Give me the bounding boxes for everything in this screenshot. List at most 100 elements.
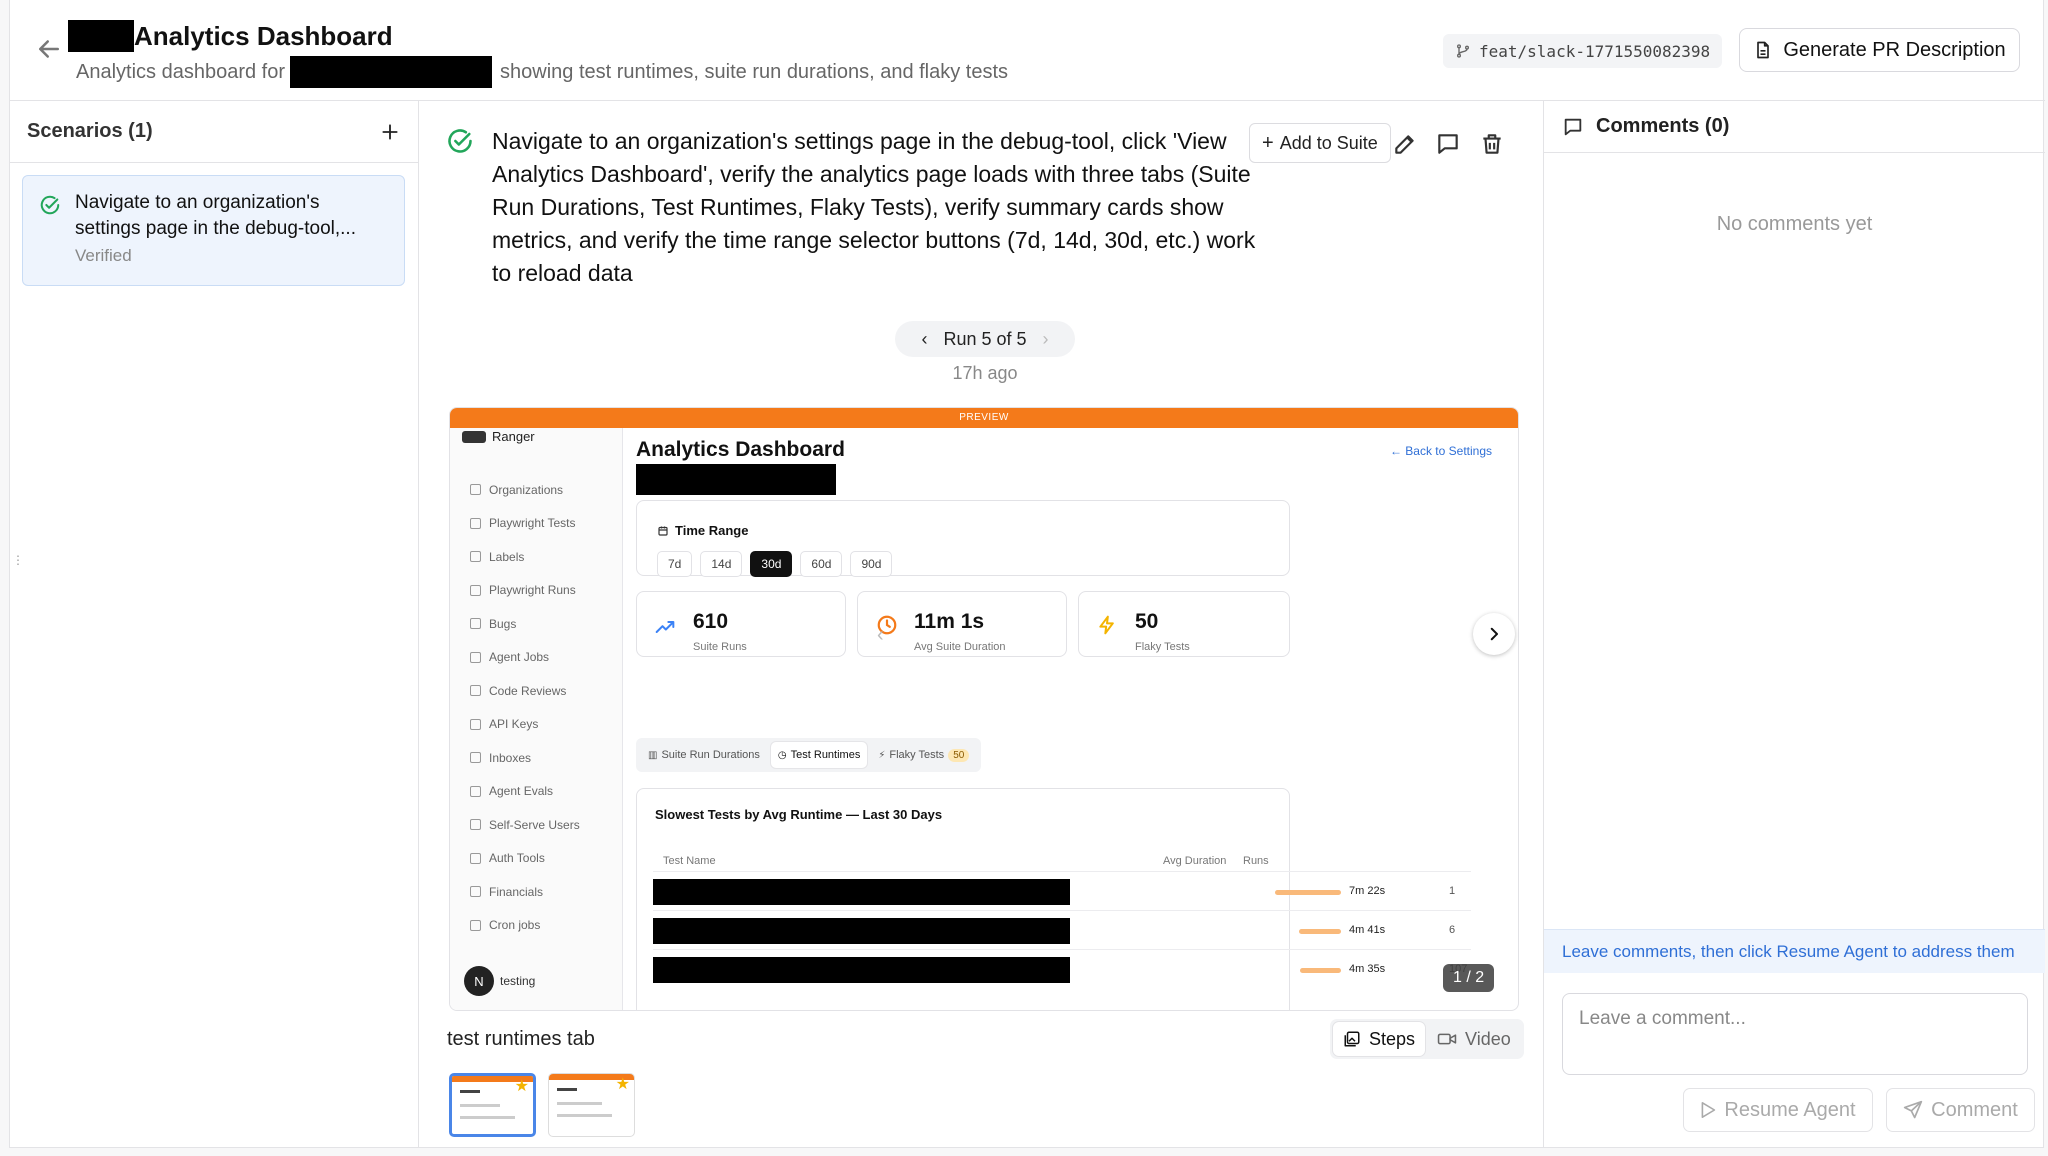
nav-item-icon bbox=[470, 919, 481, 931]
nav-item-icon bbox=[470, 752, 481, 764]
preview-nav-item[interactable]: Organizations bbox=[470, 473, 580, 507]
video-camera-icon bbox=[1437, 1033, 1457, 1045]
duration-bar bbox=[1299, 929, 1341, 934]
metric-card-suite-runs: 610 Suite Runs bbox=[636, 591, 846, 657]
preview-nav-item[interactable]: API Keys bbox=[470, 708, 580, 742]
preview-sidebar: Ranger Organizations Playwright Tests Labe… bbox=[450, 428, 623, 1010]
add-scenario-icon[interactable] bbox=[380, 122, 400, 142]
trash-icon[interactable] bbox=[1479, 131, 1505, 157]
scenario-detail: Navigate to an organization's settings p… bbox=[419, 101, 1543, 1148]
metric-card-flaky-tests: 50 Flaky Tests bbox=[1078, 591, 1290, 657]
resize-handle[interactable]: ⋮ bbox=[12, 553, 24, 573]
comment-icon[interactable] bbox=[1435, 131, 1461, 157]
trend-up-icon bbox=[655, 621, 675, 633]
runs-value: 1 bbox=[1449, 885, 1456, 897]
document-icon bbox=[1757, 41, 1770, 59]
preview-nav-item[interactable]: Agent Jobs bbox=[470, 641, 580, 675]
preview-tab[interactable]: ⚡ Flaky Tests 50 bbox=[871, 742, 976, 768]
chevron-right-icon bbox=[1490, 627, 1498, 641]
next-screenshot-button[interactable] bbox=[1473, 613, 1515, 655]
nav-item-icon bbox=[470, 785, 481, 797]
preview-nav-item[interactable]: Agent Evals bbox=[470, 775, 580, 809]
plus-icon: + bbox=[1262, 131, 1274, 154]
preview-nav-item[interactable]: Auth Tools bbox=[470, 842, 580, 876]
add-to-suite-button[interactable]: + Add to Suite bbox=[1249, 123, 1391, 163]
duration-value: 7m 22s bbox=[1349, 885, 1386, 897]
nav-item-icon bbox=[470, 819, 481, 831]
resume-agent-button[interactable]: Resume Agent bbox=[1683, 1088, 1873, 1132]
table-row: 4m 41s 6 bbox=[653, 910, 1471, 949]
duration-value: 4m 41s bbox=[1349, 924, 1386, 936]
bar-chart-icon: ▥ bbox=[648, 749, 658, 761]
branch-badge: feat/slack-1771550082398 bbox=[1443, 34, 1723, 68]
generate-pr-description-button[interactable]: Generate PR Description bbox=[1739, 28, 2020, 72]
scenarios-heading: Scenarios (1) bbox=[27, 120, 153, 142]
time-range-button[interactable]: 90d bbox=[850, 551, 893, 577]
chevron-left-icon[interactable]: ‹ bbox=[921, 329, 927, 350]
steps-toggle-button[interactable]: Steps bbox=[1333, 1022, 1426, 1056]
metric-value: 50 bbox=[1135, 610, 1159, 633]
preview-user: N testing bbox=[464, 966, 535, 996]
step-thumbnail[interactable]: ★ bbox=[548, 1073, 635, 1137]
scenario-status: Verified bbox=[75, 246, 132, 265]
calendar-icon bbox=[658, 526, 668, 536]
preview-nav-item[interactable]: Cron jobs bbox=[470, 909, 580, 943]
video-toggle-button[interactable]: Video bbox=[1427, 1022, 1521, 1056]
redacted-block bbox=[653, 918, 1070, 944]
nav-item-icon bbox=[470, 584, 481, 596]
time-range-button[interactable]: 14d bbox=[700, 551, 743, 577]
edit-pencil-icon[interactable] bbox=[1392, 131, 1418, 157]
nav-item-icon bbox=[470, 852, 481, 864]
app-window: Analytics Dashboard Analytics dashboard … bbox=[9, 0, 2045, 1148]
scenarios-panel: Scenarios (1) Navigate to an organizatio… bbox=[10, 101, 419, 1148]
page-subtitle: Analytics dashboard for showing test run… bbox=[76, 56, 1008, 88]
preview-nav-item[interactable]: Bugs bbox=[470, 607, 580, 641]
empty-comments-text: No comments yet bbox=[1716, 213, 1873, 235]
preview-tab[interactable]: ◷ Test Runtimes bbox=[770, 742, 868, 768]
comment-button[interactable]: Comment bbox=[1886, 1088, 2035, 1132]
metric-label: Avg Suite Duration bbox=[914, 641, 1006, 653]
preview-nav-item[interactable]: Self-Serve Users bbox=[470, 808, 580, 842]
preview-tabs: ▥ Suite Run Durations ◷ Test Runtimes ⚡ Flaky… bbox=[636, 738, 982, 772]
nav-item-icon bbox=[470, 651, 481, 663]
time-range-button[interactable]: 30d bbox=[750, 551, 793, 577]
run-selector: ‹ Run 5 of 5 › bbox=[895, 321, 1075, 357]
preview-logo: Ranger bbox=[462, 429, 535, 444]
page-title: Analytics Dashboard bbox=[68, 20, 393, 52]
nav-item-icon bbox=[470, 618, 481, 630]
duration-bar bbox=[1275, 890, 1341, 895]
redacted-block bbox=[290, 56, 493, 88]
star-icon: ★ bbox=[615, 1076, 630, 1093]
redacted-block bbox=[636, 464, 836, 495]
duration-bar bbox=[1300, 968, 1341, 973]
preview-nav-item[interactable]: Inboxes bbox=[470, 741, 580, 775]
send-icon bbox=[1903, 1100, 1923, 1119]
nav-item-icon bbox=[470, 685, 481, 697]
table-row: 4m 35s107 bbox=[653, 949, 1471, 988]
comments-header: Comments (0) bbox=[1544, 101, 2045, 153]
comment-input[interactable] bbox=[1562, 993, 2028, 1075]
preview-nav-item[interactable]: Labels bbox=[470, 540, 580, 574]
scenario-item[interactable]: Navigate to an organization's settings p… bbox=[22, 175, 405, 286]
preview-tab[interactable]: ▥ Suite Run Durations bbox=[641, 742, 767, 768]
preview-nav-item[interactable]: Playwright Tests bbox=[470, 507, 580, 541]
redacted-block bbox=[653, 957, 1070, 983]
metric-label: Flaky Tests bbox=[1135, 641, 1190, 653]
back-arrow-icon[interactable] bbox=[34, 34, 64, 64]
preview-nav-item[interactable]: Code Reviews bbox=[470, 674, 580, 708]
step-thumbnail[interactable]: ★ bbox=[449, 1073, 536, 1137]
header: Analytics Dashboard Analytics dashboard … bbox=[10, 0, 2045, 101]
preview-title: Analytics Dashboard bbox=[636, 438, 845, 461]
time-range-button[interactable]: 7d bbox=[657, 551, 693, 577]
chevron-right-icon[interactable]: › bbox=[1043, 329, 1049, 350]
preview-nav-item[interactable]: Financials bbox=[470, 875, 580, 909]
time-range-button[interactable]: 60d bbox=[800, 551, 843, 577]
preview-nav-item[interactable]: Playwright Runs bbox=[470, 574, 580, 608]
screenshot-preview: PREVIEW Ranger Organizations Playwright T… bbox=[449, 407, 1519, 1011]
view-toggle: Steps Video bbox=[1330, 1019, 1524, 1059]
nav-item-icon bbox=[470, 886, 481, 898]
redacted-block bbox=[653, 879, 1070, 905]
prev-screenshot-button[interactable]: ‹ bbox=[877, 624, 884, 647]
logo-mark-icon bbox=[462, 430, 486, 443]
comment-icon bbox=[1564, 118, 1582, 135]
